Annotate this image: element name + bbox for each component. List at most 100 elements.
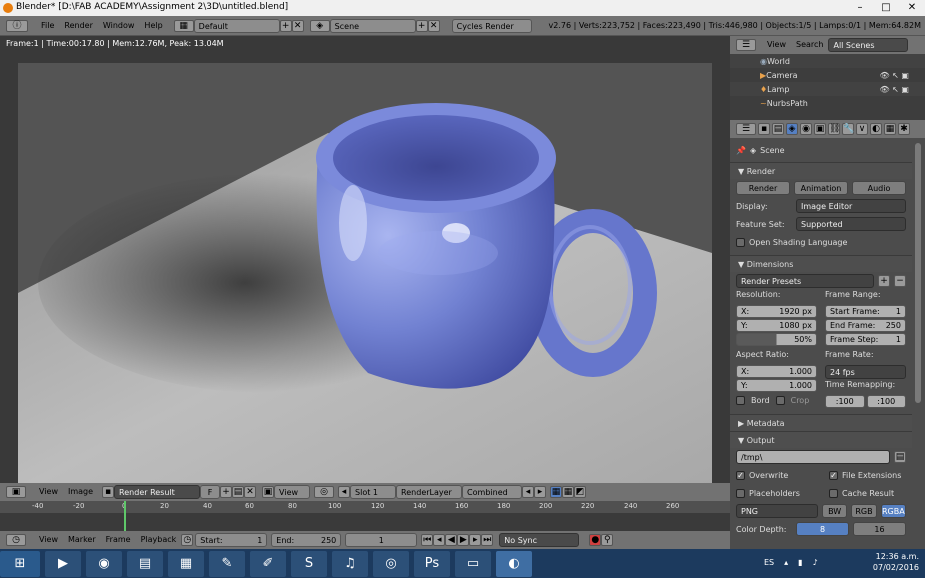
render-layer-select[interactable]: RenderLayer [396,485,463,499]
outliner-item-world[interactable]: ◉ World [730,54,925,68]
visibility-icons[interactable]: 👁 ↖ ▣ [879,71,925,80]
tray-arrow-icon[interactable]: ▴ [784,558,788,567]
play-reverse-icon[interactable]: ◀ [445,534,458,546]
menu-marker[interactable]: Marker [63,533,101,547]
frame-step-field[interactable]: Frame Step: 1 [825,333,906,346]
menu-view[interactable]: View [762,38,791,52]
pivot-icon[interactable]: ◎ [314,486,335,498]
scene-tab-icon[interactable]: ◈ [786,123,798,135]
outliner-item-camera[interactable]: ▶ Camera 👁 ↖ ▣ [730,68,925,82]
file-format-select[interactable]: PNG [736,504,818,518]
language-indicator[interactable]: ES [764,558,774,567]
color-rgb-toggle[interactable]: RGB [851,504,877,518]
editor-type-icon[interactable]: ☰ [736,39,756,51]
minimize-button[interactable]: – [847,0,873,16]
maximize-button[interactable]: □ [873,0,899,16]
scene-field[interactable]: Scene [329,18,416,33]
outliner-item-lamp[interactable]: ♦ Lamp 👁 ↖ ▣ [730,82,925,96]
timeline[interactable]: -40 -20 0 20 40 60 80 100 120 140 160 18… [0,501,730,531]
blender-taskbar-icon[interactable]: ◐ [496,550,532,577]
visibility-icons[interactable]: 👁 ↖ ▣ [879,85,925,94]
image-new-icon[interactable]: + [220,486,233,498]
timeline-ruler[interactable]: -40 -20 0 20 40 60 80 100 120 140 160 18… [0,501,730,513]
system-clock[interactable]: 12:36 a.m. 07/02/2016 [873,551,919,573]
texture-tab-icon[interactable]: ▦ [884,123,896,135]
dimensions-panel-header[interactable]: ▼ Dimensions [730,255,912,272]
view-select[interactable]: View [274,485,311,499]
preset-add-icon[interactable]: + [878,275,890,287]
audio-button[interactable]: Audio [852,181,906,195]
timeline-current-frame-cursor[interactable] [124,501,126,531]
border-checkbox[interactable] [736,396,745,405]
z-buffer-icon[interactable]: ◩ [574,486,587,498]
record-icon[interactable]: ● [589,534,602,546]
jump-prev-key-icon[interactable]: ◂ [433,534,446,546]
data-tab-icon[interactable]: ∨ [856,123,868,135]
osl-checkbox[interactable] [736,237,745,247]
start-frame-field[interactable]: Start Frame: 1 [825,305,906,318]
file-explorer-icon[interactable]: ▤ [127,550,163,577]
image-open-icon[interactable]: ▤ [232,486,245,498]
properties-scrollbar[interactable] [912,138,925,550]
editor-type-icon[interactable]: ◷ [6,534,26,546]
render-button[interactable]: Render [736,181,790,195]
metadata-panel-header[interactable]: ▶ Metadata [730,414,912,431]
resolution-y-field[interactable]: Y: 1080 px [736,319,817,332]
object-tab-icon[interactable]: ▣ [814,123,826,135]
menu-frame[interactable]: Frame [101,533,136,547]
display-channels-icon[interactable]: ▦ [550,486,563,498]
alpha-channel-icon[interactable]: ▦ [562,486,575,498]
chrome-icon[interactable]: ◉ [86,550,122,577]
depth-8-toggle[interactable]: 8 [796,522,849,536]
color-bw-toggle[interactable]: BW [822,504,848,518]
resolution-percentage-slider[interactable]: 50% [736,333,817,346]
editor-type-icon[interactable]: ☰ [736,123,756,135]
remap-new-field[interactable]: :100 [866,395,906,408]
image-name-field[interactable]: Render Result [114,485,201,499]
remap-old-field[interactable]: :100 [825,395,865,408]
render-presets-select[interactable]: Render Presets [736,274,874,288]
volume-icon[interactable]: ♪ [813,558,818,567]
timeline-track[interactable] [0,513,730,531]
render-result-image[interactable] [18,63,712,490]
window-icon[interactable]: ▭ [455,550,491,577]
slot-prev-icon[interactable]: ◂ [338,486,351,498]
menu-view[interactable]: View [34,485,63,499]
modifiers-tab-icon[interactable]: 🔧 [842,123,854,135]
menu-help[interactable]: Help [139,19,167,33]
media-player-icon[interactable]: ▶ [45,550,81,577]
menu-image[interactable]: Image [63,485,98,499]
menu-search[interactable]: Search [791,38,828,52]
layers-tab-icon[interactable]: ▤ [772,123,784,135]
menu-file[interactable]: File [36,19,59,33]
slot-select[interactable]: Slot 1 [350,485,397,499]
particles-tab-icon[interactable]: ✱ [898,123,910,135]
itunes-icon[interactable]: ♫ [332,550,368,577]
scrollbar-thumb[interactable] [915,143,921,403]
spotify-icon[interactable]: ◎ [373,550,409,577]
outliner-filter-select[interactable]: All Scenes [828,38,909,52]
menu-render[interactable]: Render [59,19,97,33]
cache-result-checkbox[interactable] [829,488,838,498]
pass-prev-icon[interactable]: ◂ [522,486,535,498]
resolution-x-field[interactable]: X: 1920 px [736,305,817,318]
photoshop-icon[interactable]: Ps [414,550,450,577]
play-icon[interactable]: ▶ [457,534,470,546]
menu-playback[interactable]: Playback [136,533,182,547]
render-engine-select[interactable]: Cycles Render [451,18,532,33]
material-tab-icon[interactable]: ◐ [870,123,882,135]
render-tab-icon[interactable]: ▪ [758,123,770,135]
jump-start-icon[interactable]: ⏮ [421,534,434,546]
file-extensions-checkbox[interactable]: ✓ [829,470,838,480]
crop-checkbox[interactable] [775,396,785,405]
folder-icon[interactable]: ▤ [894,451,906,463]
layout-remove-icon[interactable]: ✕ [291,19,304,32]
placeholders-checkbox[interactable] [736,488,745,498]
view-mode-icon[interactable]: ▣ [262,486,275,498]
display-select[interactable]: Image Editor [796,199,906,213]
feature-set-select[interactable]: Supported [796,217,906,231]
end-frame-field[interactable]: End: 250 [271,533,342,547]
output-path-field[interactable]: /tmp\ [736,450,890,464]
scene-remove-icon[interactable]: ✕ [427,19,440,32]
image-unlink-icon[interactable]: ✕ [244,486,257,498]
